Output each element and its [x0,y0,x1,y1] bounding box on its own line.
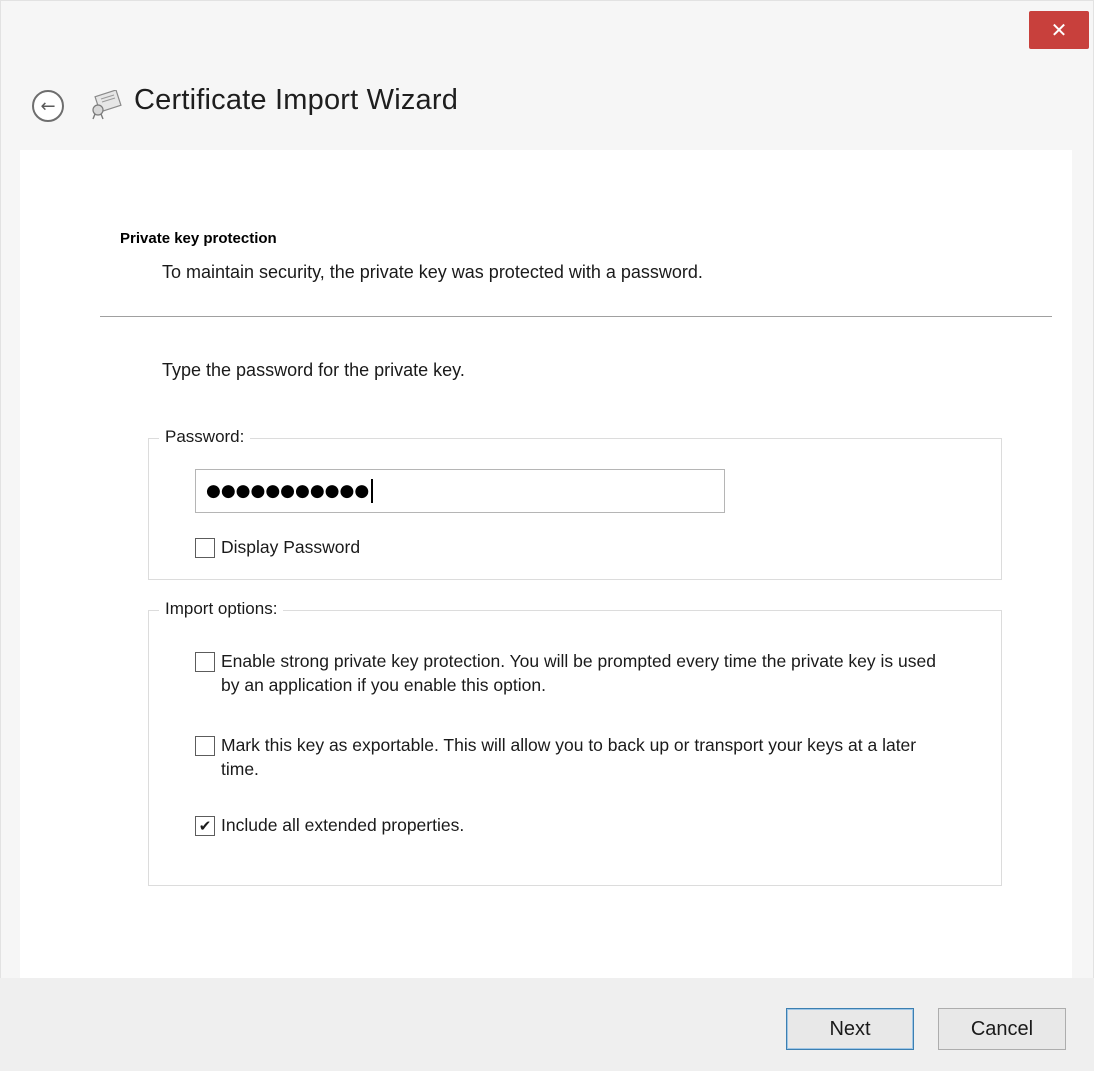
extended-properties-checkbox[interactable]: ✔ [195,816,215,836]
wizard-header: ← Certificate Import Wizard [0,60,1094,150]
cancel-button[interactable]: Cancel [938,1008,1066,1050]
password-group: Password: ●●●●●●●●●●● Display Password [148,427,1002,580]
checkmark-icon: ✔ [198,816,212,835]
strong-protection-label: Enable strong private key protection. Yo… [221,651,936,695]
back-button[interactable]: ← [32,90,64,122]
wizard-footer: Next Cancel [0,978,1094,1071]
close-icon: ✕ [1050,18,1068,42]
display-password-checkbox[interactable] [195,538,215,558]
next-button[interactable]: Next [786,1008,914,1050]
back-arrow-icon: ← [40,95,56,117]
password-group-legend: Password: [159,427,251,447]
extended-properties-option[interactable]: ✔ Include all extended properties. [195,813,955,837]
exportable-label: Mark this key as exportable. This will a… [221,735,917,779]
close-button[interactable]: ✕ [1029,11,1089,49]
password-instruction: Type the password for the private key. [162,360,465,380]
display-password-label: Display Password [221,537,361,557]
page-description: To maintain security, the private key wa… [162,262,703,282]
password-input[interactable]: ●●●●●●●●●●● [195,469,725,513]
page-heading: Private key protection [120,230,277,247]
extended-properties-label: Include all extended properties. [221,815,465,835]
wizard-title: Certificate Import Wizard [134,84,459,116]
header-divider [100,316,1052,317]
import-options-group: Import options: Enable strong private ke… [148,599,1002,886]
text-caret [371,479,374,503]
wizard-content: Private key protection To maintain secur… [20,150,1072,978]
exportable-option[interactable]: Mark this key as exportable. This will a… [195,733,955,781]
password-masked-value: ●●●●●●●●●●● [206,481,370,501]
import-options-legend: Import options: [159,599,284,619]
display-password-option[interactable]: Display Password [195,535,360,559]
certificate-import-wizard-window: ✕ ← Certificate Import Wizard Private ke… [0,0,1094,1071]
strong-protection-checkbox[interactable] [195,652,215,672]
exportable-checkbox[interactable] [195,736,215,756]
certificate-icon [92,90,122,120]
strong-protection-option[interactable]: Enable strong private key protection. Yo… [195,649,955,697]
